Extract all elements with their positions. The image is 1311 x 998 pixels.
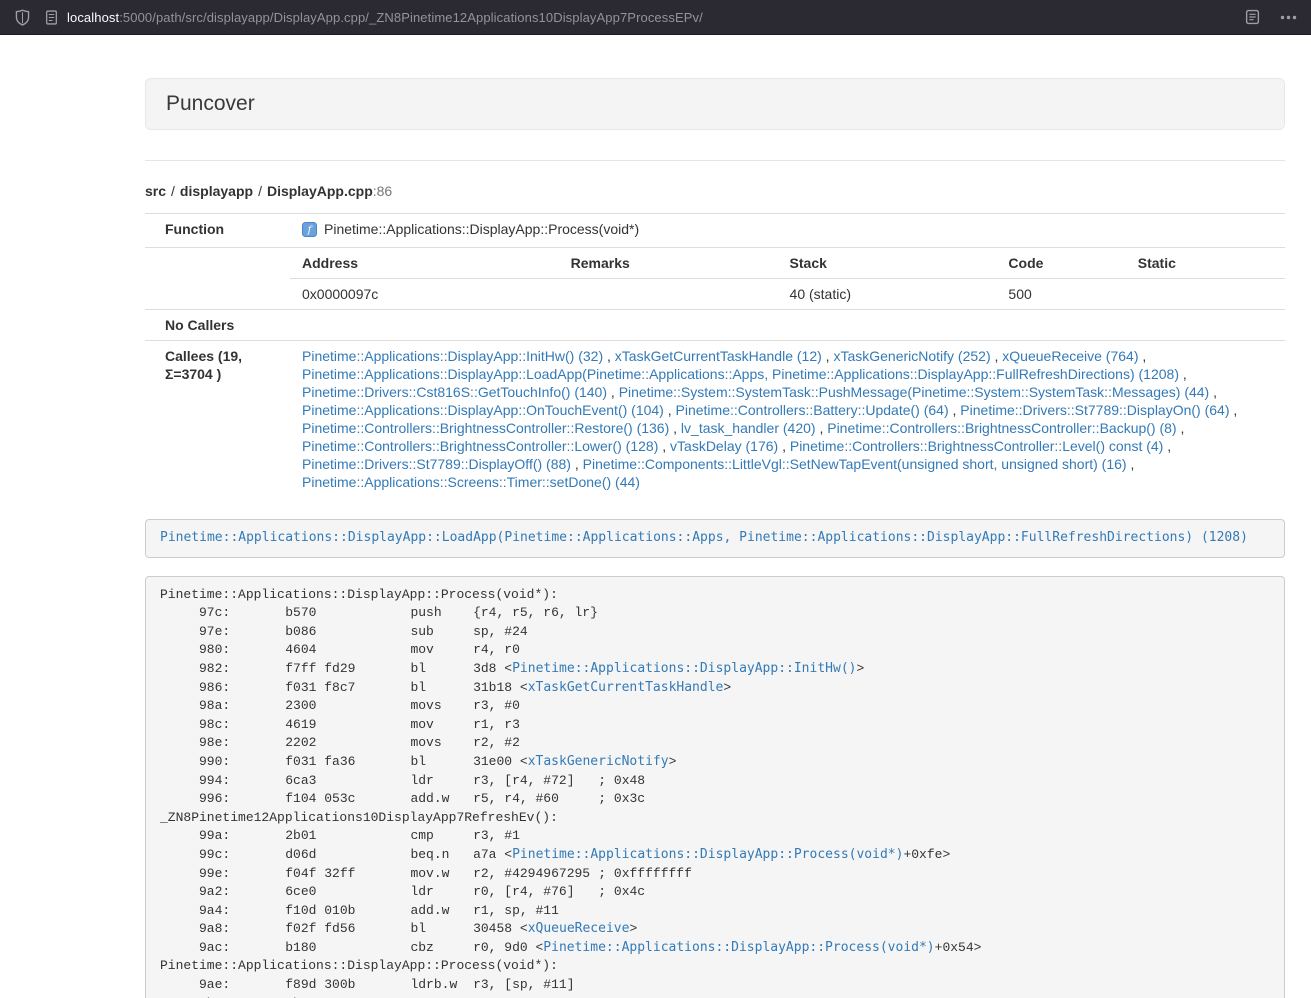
address-value: 0x0000097c — [290, 279, 559, 310]
url-bar[interactable]: localhost:5000/path/src/displayapp/Displ… — [45, 10, 703, 25]
breadcrumb-line-number: :86 — [373, 183, 392, 199]
disassembly-symbol-link[interactable]: xTaskGetCurrentTaskHandle — [528, 680, 724, 695]
reader-view-icon[interactable] — [1245, 9, 1260, 25]
menu-icon[interactable] — [1280, 15, 1297, 20]
url-path: :5000/path/src/displayapp/DisplayApp.cpp… — [119, 10, 703, 25]
callee-link[interactable]: Pinetime::Drivers::St7789::DisplayOn() (… — [960, 402, 1229, 418]
symbol-table: Function f Pinetime::Applications::Displ… — [145, 213, 1285, 497]
page-container: Puncover src / displayapp / DisplayApp.cpp:8… — [145, 78, 1285, 998]
callee-link[interactable]: Pinetime::Controllers::BrightnessControl… — [827, 420, 1176, 436]
details-row: Address Remarks Stack Code Static 0x0000… — [145, 248, 1285, 310]
browser-toolbar: localhost:5000/path/src/displayapp/Displ… — [0, 0, 1311, 35]
function-icon: f — [302, 222, 317, 241]
column-remarks: Remarks — [559, 248, 778, 279]
function-row: Function f Pinetime::Applications::Displ… — [145, 214, 1285, 248]
column-stack: Stack — [778, 248, 997, 279]
disassembly-code: Pinetime::Applications::DisplayApp::Proc… — [160, 587, 981, 998]
callee-link[interactable]: Pinetime::Controllers::BrightnessControl… — [302, 420, 669, 436]
column-code: Code — [996, 248, 1125, 279]
page-title: Puncover — [145, 78, 1285, 130]
callee-link[interactable]: xQueueReceive (764) — [1002, 348, 1138, 364]
details-header-row: Address Remarks Stack Code Static — [290, 248, 1285, 279]
callee-link[interactable]: vTaskDelay (176) — [670, 438, 778, 454]
stack-value: 40 (static) — [778, 279, 997, 310]
highlighted-symbol-link[interactable]: Pinetime::Applications::DisplayApp::Load… — [160, 530, 1248, 545]
callee-link[interactable]: Pinetime::Controllers::BrightnessControl… — [790, 438, 1163, 454]
callee-link[interactable]: Pinetime::System::SystemTask::PushMessag… — [619, 384, 1210, 400]
disassembly-symbol-link[interactable]: Pinetime::Applications::DisplayApp::Init… — [512, 661, 856, 676]
code-value: 500 — [996, 279, 1125, 310]
callee-link[interactable]: Pinetime::Drivers::Cst816S::GetTouchInfo… — [302, 384, 607, 400]
callee-link[interactable]: Pinetime::Drivers::St7789::DisplayOff() … — [302, 456, 571, 472]
column-static: Static — [1126, 248, 1285, 279]
url-host: localhost — [67, 10, 119, 25]
breadcrumb-link-file[interactable]: DisplayApp.cpp — [267, 183, 373, 199]
disassembly-block: Pinetime::Applications::DisplayApp::Proc… — [145, 576, 1285, 998]
callees-list: Pinetime::Applications::DisplayApp::Init… — [302, 348, 1237, 490]
callee-link[interactable]: xTaskGetCurrentTaskHandle (12) — [615, 348, 822, 364]
callees-row: Callees (19, Σ=3704 ) Pinetime::Applicat… — [145, 341, 1285, 498]
callee-link[interactable]: Pinetime::Applications::DisplayApp::OnTo… — [302, 402, 664, 418]
function-label: Function — [145, 214, 290, 248]
no-callers-row: No Callers — [145, 310, 1285, 341]
disassembly-symbol-link[interactable]: xTaskGenericNotify — [528, 754, 669, 769]
callee-link[interactable]: Pinetime::Applications::Screens::Timer::… — [302, 474, 640, 490]
breadcrumb-link-displayapp[interactable]: displayapp — [180, 183, 253, 199]
callee-link[interactable]: lv_task_handler (420) — [681, 420, 816, 436]
static-value — [1126, 279, 1285, 310]
no-callers-label: No Callers — [145, 310, 290, 341]
toolbar-actions — [1245, 9, 1297, 25]
page-icon — [45, 10, 58, 25]
callee-link[interactable]: xTaskGenericNotify (252) — [833, 348, 990, 364]
highlighted-symbol-block: Pinetime::Applications::DisplayApp::Load… — [145, 519, 1285, 558]
disassembly-symbol-link[interactable]: Pinetime::Applications::DisplayApp::Proc… — [512, 847, 903, 862]
callee-link[interactable]: Pinetime::Controllers::Battery::Update()… — [676, 402, 949, 418]
url-text: localhost:5000/path/src/displayapp/Displ… — [67, 10, 703, 25]
remarks-value — [559, 279, 778, 310]
breadcrumb-link-src[interactable]: src — [145, 183, 166, 199]
callees-label: Callees (19, Σ=3704 ) — [145, 341, 290, 498]
details-value-row: 0x0000097c 40 (static) 500 — [290, 279, 1285, 310]
breadcrumb-separator: / — [258, 183, 262, 199]
callee-link[interactable]: Pinetime::Applications::DisplayApp::Init… — [302, 348, 603, 364]
function-name: Pinetime::Applications::DisplayApp::Proc… — [324, 221, 639, 237]
divider — [145, 160, 1285, 161]
disassembly-symbol-link[interactable]: xQueueReceive — [528, 921, 630, 936]
column-address: Address — [290, 248, 559, 279]
breadcrumb-separator: / — [171, 183, 175, 199]
callee-link[interactable]: Pinetime::Components::LittleVgl::SetNewT… — [583, 456, 1127, 472]
disassembly-symbol-link[interactable]: Pinetime::Applications::DisplayApp::Proc… — [543, 940, 934, 955]
breadcrumb: src / displayapp / DisplayApp.cpp:86 — [145, 182, 1285, 200]
callee-link[interactable]: Pinetime::Controllers::BrightnessControl… — [302, 438, 658, 454]
details-table: Address Remarks Stack Code Static 0x0000… — [290, 248, 1285, 309]
shield-icon[interactable] — [14, 9, 31, 26]
callee-link[interactable]: Pinetime::Applications::DisplayApp::Load… — [302, 366, 1179, 382]
